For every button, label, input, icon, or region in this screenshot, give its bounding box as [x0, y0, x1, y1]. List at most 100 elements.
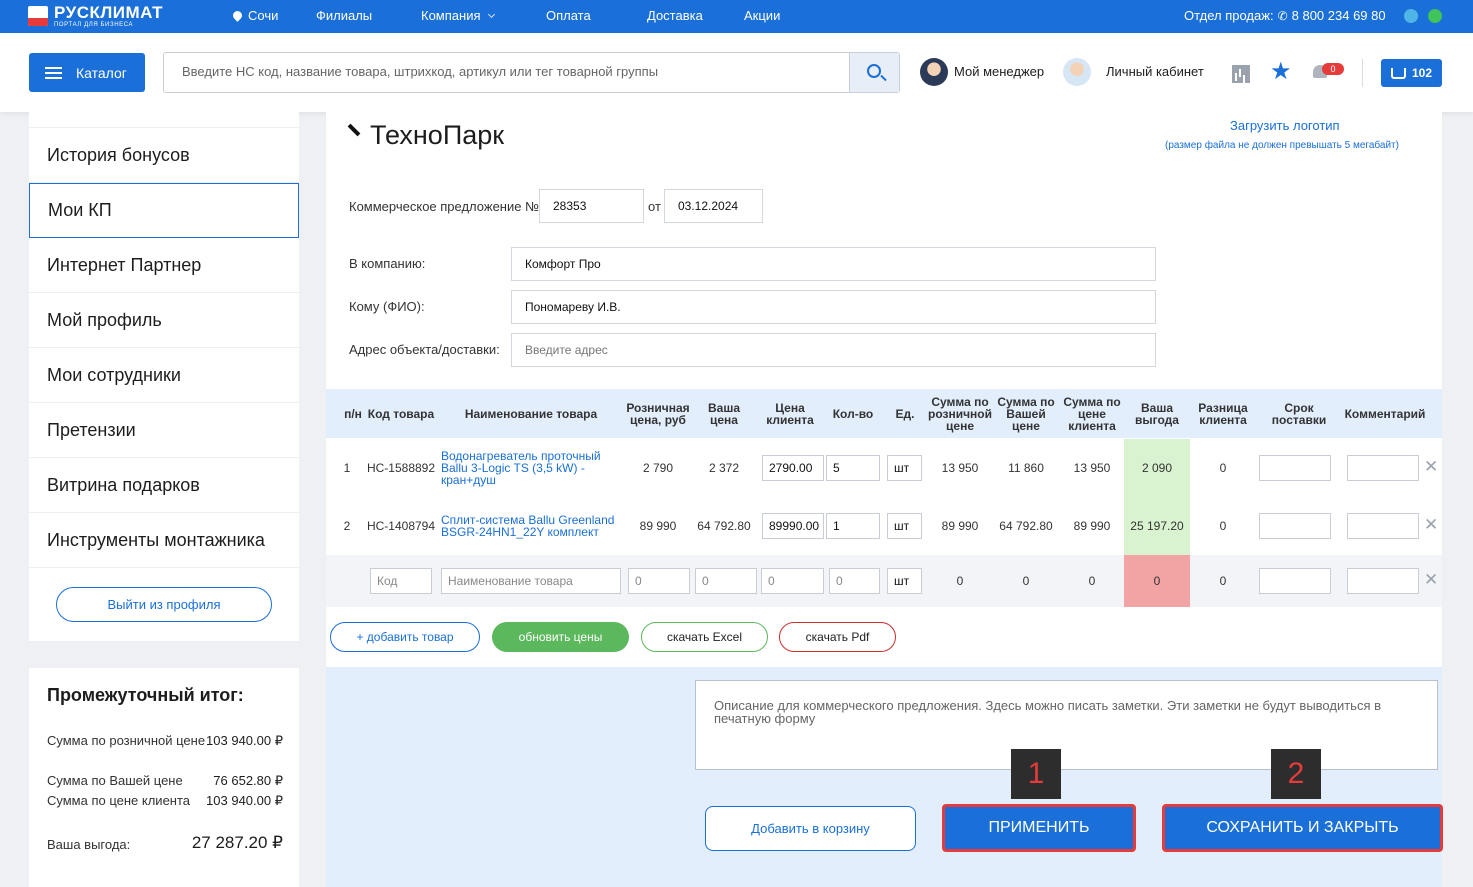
quantity-input[interactable]: 5 [826, 455, 880, 481]
unit-select[interactable]: шт [887, 455, 922, 481]
new-client-price-input[interactable]: 0 [761, 568, 824, 594]
offer-number-label: Коммерческое предложение № [349, 199, 540, 214]
client-price-input[interactable]: 89990.00 [762, 513, 824, 539]
manager-avatar[interactable] [920, 58, 948, 86]
address-field[interactable]: Введите адрес [511, 333, 1156, 367]
table-header: п/н Код товара Наименование товара Розни… [326, 389, 1442, 438]
your-price: 64 792.80 [697, 519, 751, 533]
col-header: Сумма по Вашей цене [997, 394, 1055, 433]
sidebar-item-claims[interactable]: Претензии [29, 403, 299, 458]
personal-cabinet-link[interactable]: Личный кабинет [1106, 64, 1204, 79]
save-and-close-button[interactable]: СОХРАНИТЬ И ЗАКРЫТЬ [1162, 804, 1443, 852]
unit-select[interactable]: шт [887, 513, 922, 539]
apply-button[interactable]: ПРИМЕНИТЬ [942, 804, 1136, 852]
sidebar-item-gifts[interactable]: Витрина подарков [29, 458, 299, 513]
update-prices-button[interactable]: обновить цены [492, 622, 629, 652]
new-name-input[interactable]: Наименование товара [441, 568, 621, 594]
comment-input[interactable] [1347, 568, 1419, 594]
phone-icon: ✆ [1277, 9, 1288, 23]
my-manager-link[interactable]: Мой менеджер [954, 64, 1044, 79]
new-retail-input[interactable]: 0 [628, 568, 690, 594]
col-header: Код товара [367, 406, 435, 421]
step-marker-2: 2 [1271, 749, 1321, 799]
cabinet-avatar[interactable] [1063, 58, 1091, 86]
col-header: Ед. [895, 406, 915, 421]
cart-icon [1390, 67, 1406, 79]
catalog-button[interactable]: Каталог [29, 53, 145, 92]
favorites-star-icon[interactable]: ★ [1270, 60, 1292, 84]
sidebar: История бонусов Мои КП Интернет Партнер … [29, 112, 299, 641]
delivery-term-input[interactable] [1259, 568, 1331, 594]
nav-company[interactable]: Компания [421, 8, 495, 23]
download-pdf-button[interactable]: скачать Pdf [779, 622, 896, 652]
whatsapp-icon[interactable] [1428, 9, 1442, 23]
search-button[interactable] [849, 53, 899, 92]
brand-name: РУСКЛИМАТ [54, 3, 163, 22]
sales-phone[interactable]: Отдел продаж: ✆ 8 800 234 69 80 [1184, 8, 1386, 23]
sum-retail: 89 990 [941, 519, 979, 533]
add-product-button[interactable]: + добавить товар [330, 622, 480, 652]
subtotal-title: Промежуточный итог: [47, 685, 244, 705]
offer-date-field[interactable]: 03.12.2024 [664, 189, 763, 223]
nav-branches[interactable]: Филиалы [316, 8, 372, 23]
search-input[interactable] [182, 64, 832, 79]
city-selector[interactable]: Сочи [231, 8, 278, 23]
delete-row-icon[interactable]: ✕ [1424, 457, 1438, 477]
product-name-link[interactable]: Водонагреватель проточный Ballu 3-Logic … [441, 439, 616, 497]
sidebar-item-internet-partner[interactable]: Интернет Партнер [29, 238, 299, 293]
location-pin-icon [231, 9, 244, 22]
row-number: 1 [343, 461, 351, 475]
add-to-cart-button[interactable]: Добавить в корзину [705, 806, 916, 851]
col-header: Розничная цена, руб [626, 400, 690, 427]
delete-row-icon[interactable]: ✕ [1424, 515, 1438, 535]
sum-your: 64 792.80 [999, 519, 1053, 533]
statistics-icon[interactable] [1232, 65, 1250, 83]
row-number: 2 [343, 519, 351, 533]
telegram-icon[interactable] [1404, 9, 1418, 23]
nav-payment[interactable]: Оплата [546, 8, 591, 23]
brand-tagline: ПОРТАЛ ДЛЯ БИЗНЕСА [54, 22, 134, 28]
search-icon [867, 64, 881, 78]
quantity-input[interactable]: 1 [826, 513, 880, 539]
recipient-field[interactable]: Пономареву И.В. [511, 290, 1156, 324]
new-unit-select[interactable]: шт [887, 568, 922, 594]
sidebar-item-employees[interactable]: Мои сотрудники [29, 348, 299, 403]
cart-button[interactable]: 102 [1381, 59, 1442, 87]
company-field[interactable]: Комфорт Про [511, 247, 1156, 281]
client-diff: 0 [1219, 574, 1227, 588]
search-box [163, 52, 900, 93]
product-code: НС-1408794 [366, 519, 436, 533]
product-name-link[interactable]: Сплит-система Ballu Greenland BSGR-24HN1… [441, 497, 616, 555]
nav-delivery[interactable]: Доставка [647, 8, 703, 23]
delete-row-icon[interactable]: ✕ [1424, 570, 1438, 590]
retail-price: 2 790 [642, 461, 674, 475]
sidebar-item-installer-tools[interactable]: Инструменты монтажника [29, 513, 299, 568]
offer-number-field[interactable]: 28353 [539, 189, 644, 223]
subtotal-panel: Промежуточный итог: Сумма по розничной ц… [29, 668, 299, 887]
col-header: Сумма по цене клиента [1063, 394, 1121, 433]
comment-input[interactable] [1347, 455, 1419, 481]
download-excel-button[interactable]: скачать Excel [641, 622, 768, 652]
col-header: Ваша выгода [1135, 400, 1179, 427]
benefit-cell: 25 197.20 [1124, 497, 1190, 555]
description-textarea[interactable]: Описание для коммерческого предложения. … [695, 680, 1438, 770]
sidebar-item-bonus-history[interactable]: История бонусов [29, 127, 299, 183]
brand-logo[interactable]: РУСКЛИМАТ ПОРТАЛ ДЛЯ БИЗНЕСА [28, 4, 163, 28]
delivery-term-input[interactable] [1259, 455, 1331, 481]
delivery-term-input[interactable] [1259, 513, 1331, 539]
comment-input[interactable] [1347, 513, 1419, 539]
client-price-input[interactable]: 2790.00 [762, 455, 824, 481]
col-header: Разница клиента [1198, 400, 1248, 427]
new-quantity-input[interactable]: 0 [829, 568, 880, 594]
logout-button[interactable]: Выйти из профиля [56, 587, 272, 622]
upload-logo-link[interactable]: Загрузить логотип [1230, 118, 1340, 133]
sidebar-item-my-profile[interactable]: Мой профиль [29, 293, 299, 348]
sidebar-item-my-offers[interactable]: Мои КП [29, 183, 299, 238]
edit-pencil-icon[interactable] [347, 123, 361, 137]
nav-promotions[interactable]: Акции [744, 8, 780, 23]
page-title[interactable]: ТехноПарк [370, 120, 504, 151]
new-code-input[interactable]: Код [370, 568, 432, 594]
client-diff: 0 [1219, 461, 1227, 475]
new-your-price-input[interactable]: 0 [695, 568, 757, 594]
retail-sum-row: Сумма по розничной цене 103 940.00 ₽ [47, 733, 283, 748]
